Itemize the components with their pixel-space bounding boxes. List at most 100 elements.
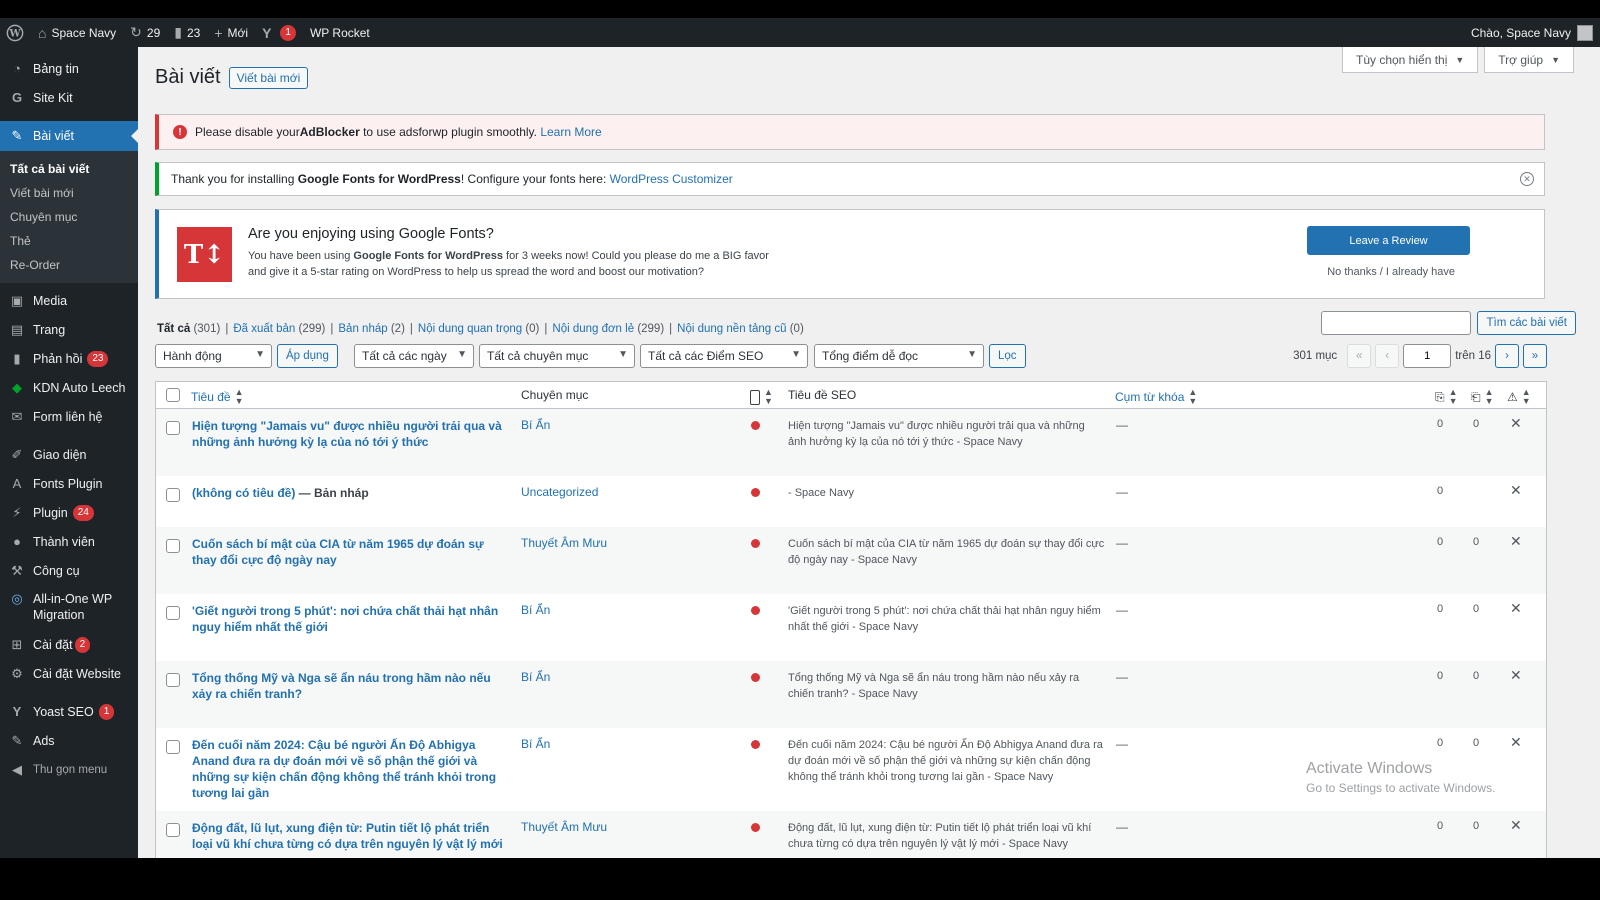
post-category-link[interactable]: Bí Ẩn bbox=[521, 737, 550, 751]
post-title-link[interactable]: Cuốn sách bí mật của CIA từ năm 1965 dự … bbox=[192, 536, 507, 568]
menu-posts[interactable]: ✎ Bài viết bbox=[0, 121, 138, 151]
close-icon[interactable]: ✕ bbox=[1510, 415, 1522, 432]
wp-rocket-link[interactable]: WP Rocket bbox=[303, 18, 377, 47]
select-all-checkbox[interactable] bbox=[166, 388, 180, 402]
comments-link[interactable]: ▮ 23 bbox=[167, 18, 207, 47]
menu-ads[interactable]: ✎ Ads bbox=[0, 726, 138, 755]
collapse-menu[interactable]: ◀ Thu gọn menu bbox=[0, 755, 138, 784]
post-title-link[interactable]: Hiện tượng "Jamais vu" được nhiều người … bbox=[192, 418, 507, 450]
leave-review-button[interactable]: Leave a Review bbox=[1307, 226, 1470, 255]
view-stale[interactable]: Nội dung nền tảng cũ (0) bbox=[677, 323, 804, 335]
date-filter-select[interactable]: Tất cả các ngày ▼ bbox=[354, 344, 474, 368]
menu-website-settings[interactable]: ⚙ Cài đặt Website bbox=[0, 659, 138, 688]
row-checkbox[interactable] bbox=[166, 539, 180, 553]
post-category-link[interactable]: Thuyết Âm Mưu bbox=[521, 536, 607, 550]
menu-dashboard[interactable]: ◔ Bảng tin bbox=[0, 54, 138, 83]
close-icon[interactable]: ✕ bbox=[1510, 734, 1522, 751]
search-input[interactable] bbox=[1321, 311, 1472, 335]
add-new-post-button[interactable]: Viết bài mới bbox=[228, 66, 309, 89]
submenu-all-posts[interactable]: Tất cả bài viết bbox=[0, 157, 138, 181]
close-icon[interactable]: ✕ bbox=[1510, 600, 1522, 617]
close-icon[interactable]: ✕ bbox=[1510, 482, 1522, 499]
customizer-link[interactable]: WordPress Customizer bbox=[610, 172, 733, 186]
menu-fonts-plugin[interactable]: A Fonts Plugin bbox=[0, 469, 138, 498]
prev-page-button[interactable]: ‹ bbox=[1375, 344, 1400, 368]
menu-settings[interactable]: ⊞ Cài đặt 2 bbox=[0, 630, 138, 659]
post-title-link[interactable]: 'Giết người trong 5 phút': nơi chứa chất… bbox=[192, 603, 507, 635]
category-filter-select[interactable]: Tất cả chuyên mục ▼ bbox=[479, 344, 635, 368]
first-page-button[interactable]: « bbox=[1347, 344, 1372, 368]
post-title-link[interactable]: Đến cuối năm 2024: Cậu bé người Ấn Độ Ab… bbox=[192, 737, 507, 801]
menu-contact-form[interactable]: ✉ Form liên hệ bbox=[0, 402, 138, 431]
submenu-categories[interactable]: Chuyên mục bbox=[0, 205, 138, 229]
row-checkbox[interactable] bbox=[166, 488, 180, 502]
column-outgoing-links[interactable]: ⎘ ▲ ▼ bbox=[1435, 388, 1458, 406]
row-checkbox[interactable] bbox=[166, 606, 180, 620]
post-title-link[interactable]: Động đất, lũ lụt, xung điện từ: Putin ti… bbox=[192, 820, 507, 852]
column-warnings[interactable]: ⚠ ▲ ▼ bbox=[1507, 388, 1531, 406]
current-page-input[interactable] bbox=[1403, 344, 1452, 368]
menu-ai1wm[interactable]: ◎ All-in-One WP Migration bbox=[0, 585, 138, 630]
no-thanks-link[interactable]: No thanks / I already have bbox=[1327, 266, 1455, 278]
row-checkbox[interactable] bbox=[166, 740, 180, 754]
menu-site-kit[interactable]: G Site Kit bbox=[0, 83, 138, 112]
row-checkbox[interactable] bbox=[166, 673, 180, 687]
close-icon[interactable]: ✕ bbox=[1510, 667, 1522, 684]
submenu-reorder[interactable]: Re-Order bbox=[0, 253, 138, 277]
avatar bbox=[1577, 24, 1593, 41]
view-all[interactable]: Tất cả (301) bbox=[157, 323, 220, 335]
updates-link[interactable]: ↻ 29 bbox=[123, 18, 167, 47]
seo-score-filter-select[interactable]: Tất cả các Điểm SEO ▼ bbox=[640, 344, 808, 368]
row-checkbox[interactable] bbox=[166, 421, 180, 435]
menu-comments[interactable]: ▮ Phản hồi 23 bbox=[0, 344, 138, 373]
close-icon[interactable]: ✕ bbox=[1510, 817, 1522, 834]
seo-score-dot bbox=[751, 673, 760, 682]
column-keyphrase[interactable]: Cụm từ khóa ▲ ▼ bbox=[1115, 388, 1197, 406]
last-page-button[interactable]: » bbox=[1523, 344, 1547, 368]
activate-windows-watermark: Activate Windows Go to Settings to activ… bbox=[1306, 760, 1496, 795]
bulk-action-select[interactable]: Hành động ▼ bbox=[155, 344, 272, 368]
menu-media[interactable]: ▣ Media bbox=[0, 286, 138, 315]
submenu-add-new[interactable]: Viết bài mới bbox=[0, 181, 138, 205]
menu-yoast[interactable]: Y Yoast SEO 1 bbox=[0, 697, 138, 726]
screen-options-button[interactable]: Tùy chọn hiển thị ▼ bbox=[1341, 47, 1479, 73]
column-title[interactable]: Tiêu đề ▲ ▼ bbox=[191, 388, 244, 406]
filter-button[interactable]: Lọc bbox=[989, 344, 1026, 368]
post-title-link[interactable]: (không có tiêu đề) — Bản nháp bbox=[192, 485, 507, 501]
post-title-link[interactable]: Tổng thống Mỹ và Nga sẽ ẩn náu trong hầm… bbox=[192, 670, 507, 702]
site-name-link[interactable]: ⌂ Space Navy bbox=[31, 18, 123, 47]
view-orphaned[interactable]: Nội dung đơn lẻ (299) bbox=[552, 323, 664, 335]
yoast-link[interactable]: Y 1 bbox=[255, 18, 303, 47]
dismiss-notice-icon[interactable]: ✕ bbox=[1520, 172, 1534, 186]
search-posts-button[interactable]: Tìm các bài viết bbox=[1477, 311, 1576, 335]
new-content-link[interactable]: + Mới bbox=[207, 18, 255, 47]
post-category-link[interactable]: Bí Ẩn bbox=[521, 603, 550, 617]
menu-tools[interactable]: ⚒ Công cụ bbox=[0, 556, 138, 585]
view-drafts[interactable]: Bản nháp (2) bbox=[338, 323, 405, 335]
column-incoming-links[interactable]: ⎗ ▲ ▼ bbox=[1471, 388, 1494, 406]
my-account-link[interactable]: Chào, Space Navy bbox=[1464, 18, 1600, 47]
wordpress-logo-icon[interactable]: W bbox=[0, 18, 31, 47]
menu-plugins[interactable]: ⚡ Plugin 24 bbox=[0, 498, 138, 527]
menu-users[interactable]: ● Thành viên bbox=[0, 527, 138, 556]
post-category-link[interactable]: Bí Ẩn bbox=[521, 670, 550, 684]
readability-filter-select[interactable]: Tổng điểm dễ đọc ▼ bbox=[814, 344, 984, 368]
apply-button[interactable]: Áp dụng bbox=[277, 344, 338, 368]
post-category-link[interactable]: Thuyết Âm Mưu bbox=[521, 820, 607, 834]
view-cornerstone[interactable]: Nội dung quan trọng (0) bbox=[418, 323, 539, 335]
review-body: You have been using Google Fonts for Wor… bbox=[248, 250, 769, 278]
post-category-link[interactable]: Uncategorized bbox=[521, 485, 598, 499]
next-page-button[interactable]: › bbox=[1495, 344, 1519, 368]
menu-pages[interactable]: ▤ Trang bbox=[0, 315, 138, 344]
row-checkbox[interactable] bbox=[166, 823, 180, 837]
column-seo-score[interactable]: ▲ ▼ bbox=[750, 388, 773, 406]
menu-kdn-auto-leech[interactable]: ◆ KDN Auto Leech bbox=[0, 373, 138, 402]
menu-appearance[interactable]: ✐ Giao diện bbox=[0, 440, 138, 469]
post-category-link[interactable]: Bí Ẩn bbox=[521, 418, 550, 432]
view-published[interactable]: Đã xuất bản (299) bbox=[233, 323, 325, 335]
help-button[interactable]: Trợ giúp ▼ bbox=[1484, 47, 1574, 73]
submenu-tags[interactable]: Thẻ bbox=[0, 229, 138, 253]
comment-icon: ▮ bbox=[13, 350, 21, 366]
close-icon[interactable]: ✕ bbox=[1510, 533, 1522, 550]
learn-more-link[interactable]: Learn More bbox=[540, 125, 601, 139]
